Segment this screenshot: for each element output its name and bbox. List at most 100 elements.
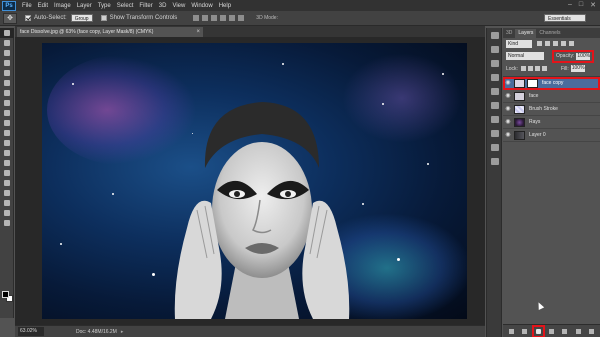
align-right-icon[interactable]	[238, 15, 245, 21]
align-left-icon[interactable]	[220, 15, 227, 21]
align-top-icon[interactable]	[193, 15, 200, 21]
zoom-level-field[interactable]: 63.02%	[18, 327, 44, 336]
menu-type[interactable]: Type	[98, 3, 111, 9]
shape-filter-icon[interactable]	[561, 41, 566, 46]
layer-row-face-copy[interactable]: ◉ face copy	[503, 77, 600, 90]
shape-tool-icon[interactable]	[0, 198, 14, 208]
crop-tool-icon[interactable]	[0, 68, 14, 78]
foreground-color-swatch[interactable]	[2, 291, 9, 298]
tool-presets-panel-icon[interactable]	[487, 154, 503, 168]
layer-row-brush-stroke[interactable]: ◉ Brush Stroke	[503, 103, 600, 116]
actions-panel-icon[interactable]	[487, 42, 503, 56]
layer-style-icon[interactable]	[521, 328, 528, 335]
type-filter-icon[interactable]	[553, 41, 558, 46]
gradient-tool-icon[interactable]	[0, 138, 14, 148]
layer-mask-thumbnail[interactable]	[527, 78, 538, 88]
lock-position-icon[interactable]	[534, 66, 540, 71]
visibility-eye-icon[interactable]: ◉	[504, 118, 512, 126]
healing-brush-tool-icon[interactable]	[0, 88, 14, 98]
canvas-area[interactable]	[15, 37, 485, 325]
dodge-tool-icon[interactable]	[0, 158, 14, 168]
blend-mode-dropdown[interactable]: Normal	[506, 52, 544, 60]
pixel-filter-icon[interactable]	[537, 41, 542, 46]
visibility-eye-icon[interactable]: ◉	[504, 105, 512, 113]
link-layers-icon[interactable]	[508, 328, 515, 335]
clone-source-panel-icon[interactable]	[487, 70, 503, 84]
auto-select-checkbox[interactable]	[25, 15, 31, 21]
menu-filter[interactable]: Filter	[139, 3, 152, 9]
eyedropper-tool-icon[interactable]	[0, 78, 14, 88]
menu-3d[interactable]: 3D	[159, 3, 167, 9]
minimize-button[interactable]: –	[568, 1, 572, 9]
menu-image[interactable]: Image	[54, 3, 71, 9]
menu-window[interactable]: Window	[191, 3, 212, 9]
menu-bar: Ps File Edit Image Layer Type Select Fil…	[0, 0, 600, 11]
move-tool-icon[interactable]	[0, 28, 14, 38]
lock-transparency-icon[interactable]	[520, 66, 526, 71]
align-center-icon[interactable]	[229, 15, 236, 21]
path-selection-tool-icon[interactable]	[0, 188, 14, 198]
move-tool-preset-icon[interactable]: ✥	[3, 12, 17, 24]
align-middle-icon[interactable]	[202, 15, 209, 21]
auto-select-dropdown[interactable]: Group	[70, 14, 93, 22]
quick-select-tool-icon[interactable]	[0, 58, 14, 68]
visibility-eye-icon[interactable]: ◉	[504, 131, 512, 139]
document-tab[interactable]: face Dissolve.jpg @ 63% (face copy, Laye…	[17, 27, 203, 37]
history-brush-tool-icon[interactable]	[0, 118, 14, 128]
fill-field[interactable]: 100%	[570, 65, 585, 72]
lock-all-icon[interactable]	[541, 66, 547, 71]
adjustment-layer-icon[interactable]	[548, 328, 555, 335]
history-panel-icon[interactable]	[487, 28, 503, 42]
zoom-tool-icon[interactable]	[0, 218, 14, 228]
lasso-tool-icon[interactable]	[0, 48, 14, 58]
hand-tool-icon[interactable]	[0, 208, 14, 218]
add-layer-mask-icon[interactable]	[531, 324, 545, 337]
new-layer-icon[interactable]	[575, 328, 582, 335]
pen-tool-icon[interactable]	[0, 168, 14, 178]
layer-row-face[interactable]: ◉ face	[503, 90, 600, 103]
menu-file[interactable]: File	[22, 3, 32, 9]
visibility-eye-icon[interactable]: ◉	[504, 79, 512, 87]
adjustment-filter-icon[interactable]	[545, 41, 550, 46]
menu-select[interactable]: Select	[117, 3, 134, 9]
workspace-dropdown[interactable]: Essentials	[544, 14, 586, 22]
show-transform-checkbox[interactable]	[100, 15, 107, 21]
layer-list: ◉ face copy ◉ face ◉ Brush Stroke ◉ Rays…	[503, 76, 600, 142]
close-window-button[interactable]: ✕	[590, 1, 596, 9]
visibility-eye-icon[interactable]: ◉	[504, 92, 512, 100]
info-panel-icon[interactable]	[487, 84, 503, 98]
adjustments-panel-icon[interactable]	[487, 112, 503, 126]
menu-view[interactable]: View	[172, 3, 185, 9]
lock-pixels-icon[interactable]	[527, 66, 533, 71]
layer-row-rays[interactable]: ◉ Rays	[503, 116, 600, 129]
maximize-button[interactable]: □	[579, 1, 583, 9]
trash-icon[interactable]	[588, 328, 595, 335]
star	[60, 243, 62, 245]
blur-tool-icon[interactable]	[0, 148, 14, 158]
close-document-icon[interactable]: ×	[196, 27, 200, 37]
menu-edit[interactable]: Edit	[38, 3, 48, 9]
character-panel-icon[interactable]	[487, 140, 503, 154]
kind-filter-dropdown[interactable]: Kind	[506, 39, 532, 48]
smart-object-filter-icon[interactable]	[569, 41, 574, 46]
color-swatches[interactable]	[2, 291, 13, 302]
tab-layers[interactable]: Layers	[515, 29, 537, 38]
new-group-icon[interactable]	[561, 328, 568, 335]
tab-3d[interactable]: 3D	[503, 29, 515, 38]
brush-tool-icon[interactable]	[0, 98, 14, 108]
status-menu-arrow-icon[interactable]: ▸	[121, 329, 124, 335]
clone-stamp-tool-icon[interactable]	[0, 108, 14, 118]
paragraph-panel-icon[interactable]	[487, 126, 503, 140]
align-bottom-icon[interactable]	[211, 15, 218, 21]
eraser-tool-icon[interactable]	[0, 128, 14, 138]
opacity-field[interactable]: 100%	[576, 52, 591, 60]
marquee-tool-icon[interactable]	[0, 38, 14, 48]
brush-panel-icon[interactable]	[487, 56, 503, 70]
color-panel-icon[interactable]	[487, 98, 503, 112]
menu-layer[interactable]: Layer	[77, 3, 92, 9]
menu-help[interactable]: Help	[219, 3, 231, 9]
tab-channels[interactable]: Channels	[536, 29, 563, 38]
layer-row-layer-0[interactable]: ◉ Layer 0	[503, 129, 600, 142]
type-tool-icon[interactable]	[0, 178, 14, 188]
document-canvas[interactable]	[42, 43, 467, 319]
